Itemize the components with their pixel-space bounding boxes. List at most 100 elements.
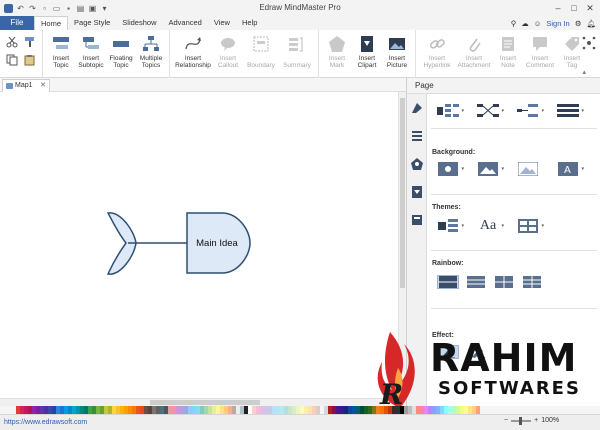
tab-page-style[interactable]: Page Style bbox=[68, 16, 116, 30]
theme-font-button[interactable]: Aa ▾ bbox=[477, 218, 504, 233]
copy-icon[interactable] bbox=[6, 54, 18, 66]
outline-icon[interactable] bbox=[411, 130, 423, 142]
task-panel-icon[interactable] bbox=[411, 214, 423, 226]
topic-group: Insert Topic Insert Subtopic Floating Topic… bbox=[43, 30, 170, 78]
vertical-scroll-thumb[interactable] bbox=[400, 98, 405, 288]
zoom-out-icon[interactable]: − bbox=[504, 417, 508, 424]
format-painter-icon[interactable] bbox=[24, 36, 36, 48]
mind-map-canvas[interactable]: Main Idea bbox=[0, 92, 398, 398]
callout-icon bbox=[219, 35, 237, 53]
insert-hyperlink-button[interactable]: Insert Hyperlink bbox=[419, 30, 455, 69]
insert-comment-button[interactable]: Insert Comment bbox=[523, 30, 557, 69]
user-icon[interactable]: ☺ bbox=[534, 19, 542, 28]
document-tab-label: Map1 bbox=[15, 82, 33, 89]
page-format-icon[interactable] bbox=[411, 102, 423, 114]
clipart-icon bbox=[358, 35, 376, 53]
relationship-icon bbox=[184, 35, 202, 53]
svg-text:A: A bbox=[564, 165, 571, 176]
tab-slideshow[interactable]: Slideshow bbox=[116, 16, 162, 30]
settings-icon[interactable]: ⚙ bbox=[575, 19, 582, 28]
tab-advanced[interactable]: Advanced bbox=[162, 16, 207, 30]
cut-icon[interactable] bbox=[6, 36, 18, 48]
mark-icon bbox=[328, 35, 346, 53]
color-palette bbox=[0, 406, 600, 414]
background-image-button[interactable]: ▾ bbox=[477, 162, 504, 176]
file-menu[interactable]: File bbox=[0, 16, 34, 30]
rainbow-row bbox=[437, 275, 543, 289]
insert-picture-button[interactable]: Insert Picture bbox=[382, 30, 412, 69]
insert-note-button[interactable]: Insert Note bbox=[493, 30, 523, 69]
more-icon[interactable]: ▾ bbox=[100, 4, 109, 13]
tag-icon bbox=[563, 35, 581, 53]
ribbon: Insert Topic Insert Subtopic Floating Topic… bbox=[0, 30, 600, 78]
layout-list-button[interactable]: ▾ bbox=[557, 104, 584, 118]
clipart-panel-icon[interactable] bbox=[411, 186, 423, 198]
undo-icon[interactable]: ↶ bbox=[16, 4, 25, 13]
redo-icon[interactable]: ↷ bbox=[28, 4, 37, 13]
maximize-icon[interactable]: □ bbox=[566, 1, 582, 15]
tab-view[interactable]: View bbox=[208, 16, 236, 30]
new-icon[interactable]: ▫ bbox=[40, 4, 49, 13]
tab-home[interactable]: Home bbox=[34, 16, 69, 30]
insert-mark-button[interactable]: Insert Mark bbox=[322, 30, 352, 69]
rainbow-option-1[interactable] bbox=[437, 275, 459, 289]
summary-button[interactable]: Summary bbox=[279, 30, 315, 69]
layout-spacing-button[interactable]: ▾ bbox=[517, 104, 544, 118]
floating-topic-button[interactable]: Floating Topic bbox=[106, 30, 136, 69]
palette-swatch[interactable] bbox=[476, 406, 480, 414]
insert-subtopic-icon bbox=[82, 35, 100, 53]
main-topic-label[interactable]: Main Idea bbox=[187, 238, 247, 249]
background-color-button[interactable]: ▾ bbox=[437, 162, 464, 176]
picture-icon bbox=[388, 35, 406, 53]
print-icon[interactable]: ▤ bbox=[76, 4, 85, 13]
layout-row: ▾ ▾ ▾ ▾ bbox=[437, 104, 584, 118]
layout-tree-button[interactable]: ▾ bbox=[477, 104, 504, 118]
insert-extras-group: Insert Hyperlink Insert Attachment Insert N… bbox=[416, 30, 590, 78]
boundary-button[interactable]: Boundary bbox=[243, 30, 279, 69]
relationship-group: Insert Relationship Insert Callout Boundar… bbox=[170, 30, 319, 78]
multiple-topics-button[interactable]: Multiple Topics bbox=[136, 30, 166, 69]
document-tab[interactable]: Map1 ✕ bbox=[2, 79, 50, 92]
ribbon-collapse-icon[interactable]: ▴ bbox=[582, 68, 586, 76]
insert-relationship-button[interactable]: Insert Relationship bbox=[173, 30, 213, 69]
insert-subtopic-button[interactable]: Insert Subtopic bbox=[76, 30, 106, 69]
horizontal-scroll-thumb[interactable] bbox=[150, 400, 260, 405]
attachment-icon bbox=[465, 35, 483, 53]
paste-icon[interactable] bbox=[24, 54, 36, 66]
website-link[interactable]: https://www.edrawsoft.com bbox=[4, 419, 87, 426]
watermark-button[interactable]: A ▾ bbox=[557, 162, 584, 176]
minimize-icon[interactable]: – bbox=[550, 1, 566, 15]
floating-topic-icon bbox=[112, 35, 130, 53]
rainbow-option-4[interactable] bbox=[521, 275, 543, 289]
zoom-slider[interactable] bbox=[511, 416, 532, 425]
save-icon[interactable]: ▪ bbox=[64, 4, 73, 13]
theme-style-button[interactable]: ▾ bbox=[437, 219, 464, 233]
clipboard-group bbox=[0, 30, 43, 78]
ribbon-layout-icon[interactable] bbox=[582, 36, 596, 52]
theme-color-button[interactable]: ▾ bbox=[517, 219, 544, 233]
close-tab-icon[interactable]: ✕ bbox=[40, 80, 46, 92]
insert-clipart-button[interactable]: Insert Clipart bbox=[352, 30, 382, 69]
rainbow-option-3[interactable] bbox=[493, 275, 515, 289]
insert-topic-button[interactable]: Insert Topic bbox=[46, 30, 76, 69]
insert-callout-button[interactable]: Insert Callout bbox=[213, 30, 243, 69]
sign-in-link[interactable]: Sign In bbox=[546, 19, 569, 28]
mark-panel-icon[interactable] bbox=[411, 158, 423, 170]
share-icon[interactable]: ⚲ bbox=[511, 19, 517, 28]
menu-bar: File Home Page Style Slideshow Advanced … bbox=[0, 16, 600, 30]
background-picture-button[interactable] bbox=[517, 162, 539, 176]
close-icon[interactable]: ✕ bbox=[582, 1, 598, 15]
export-icon[interactable]: ▣ bbox=[88, 4, 97, 13]
rainbow-option-2[interactable] bbox=[465, 275, 487, 289]
insert-attachment-button[interactable]: Insert Attachment bbox=[455, 30, 493, 69]
horizontal-scrollbar[interactable] bbox=[0, 398, 406, 406]
watermark-line1: RAHIM bbox=[430, 336, 578, 380]
tab-help[interactable]: Help bbox=[236, 16, 263, 30]
layout-mindmap-button[interactable]: ▾ bbox=[437, 104, 464, 118]
themes-row: ▾ Aa ▾ ▾ bbox=[437, 218, 544, 233]
cloud-icon[interactable]: ☁ bbox=[521, 19, 529, 28]
notification-icon[interactable]: 🔔︎ bbox=[586, 19, 596, 28]
zoom-in-icon[interactable]: + bbox=[534, 417, 538, 424]
open-icon[interactable]: ▭ bbox=[52, 4, 61, 13]
watermark-logo-icon: R bbox=[377, 332, 415, 411]
